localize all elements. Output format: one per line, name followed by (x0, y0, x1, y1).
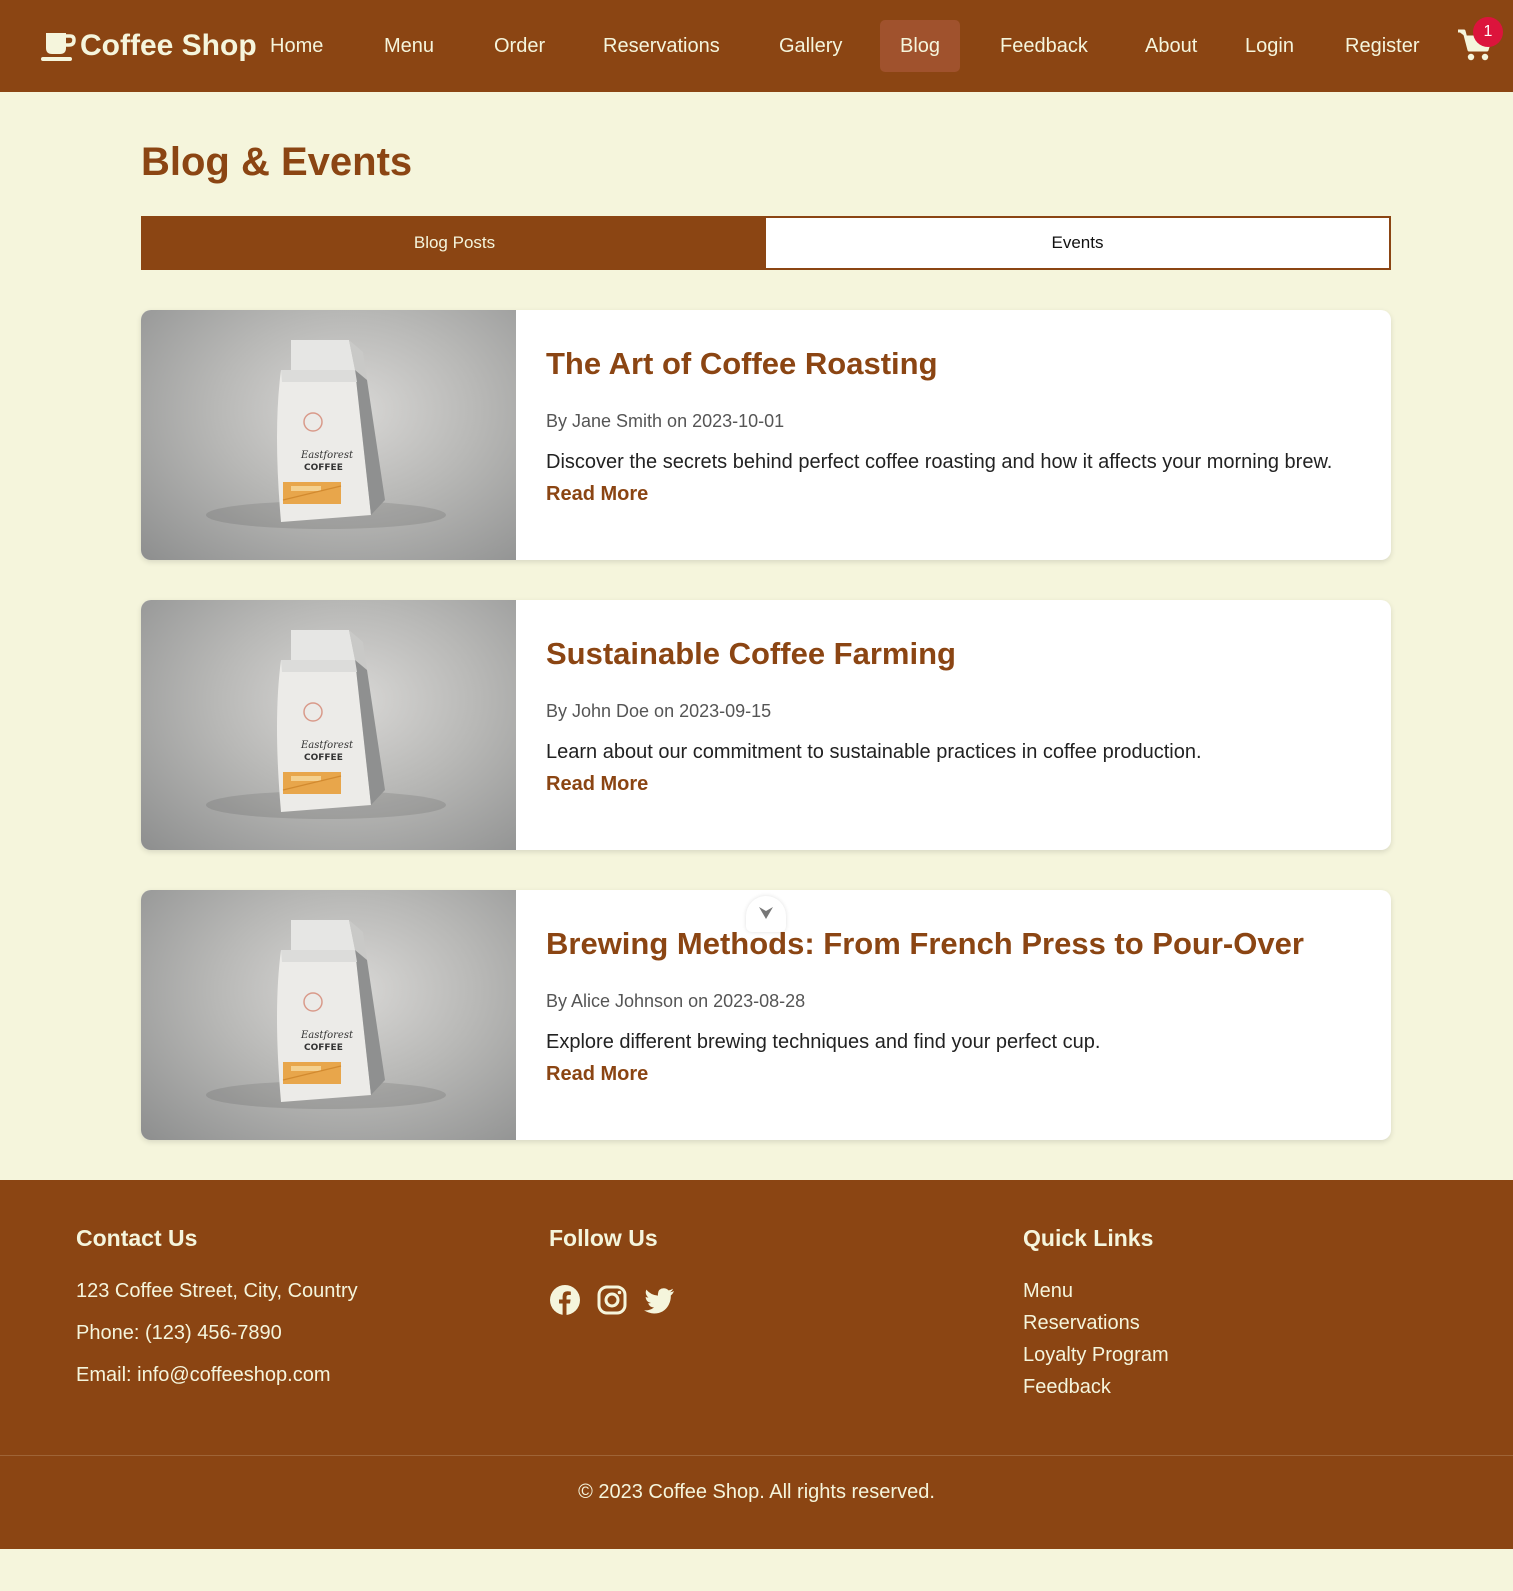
post-excerpt: Explore different brewing techniques and… (546, 1031, 1101, 1053)
nav-order[interactable]: Order (474, 20, 565, 72)
contact-phone: Phone: (123) 456-7890 (76, 1322, 282, 1344)
coffee-cup-icon (41, 33, 76, 61)
post-meta: By John Doe on 2023-09-15 (546, 701, 772, 721)
twitter-link[interactable] (643, 1284, 675, 1316)
svg-text:Eastforest: Eastforest (300, 1030, 354, 1041)
post-title[interactable]: Sustainable Coffee Farming (546, 636, 956, 672)
post-meta: By Jane Smith on 2023-10-01 (546, 411, 785, 431)
post-image: Eastforest COFFEE (141, 310, 516, 560)
svg-text:COFFEE: COFFEE (304, 1043, 343, 1053)
contact-heading: Contact Us (76, 1225, 198, 1251)
coffee-bag-image: Eastforest COFFEE (206, 340, 446, 529)
coffee-bag-image: Eastforest COFFEE (206, 630, 446, 819)
contact-email: Email: info@coffeeshop.com (76, 1364, 331, 1386)
nav-about[interactable]: About (1125, 20, 1217, 72)
post-meta: By Alice Johnson on 2023-08-28 (546, 991, 806, 1011)
read-more-link[interactable]: Read More (546, 1063, 648, 1086)
brand-name: Coffee Shop (80, 29, 257, 62)
post-image: Eastforest COFFEE (141, 600, 516, 850)
chevron-down-icon (759, 907, 773, 919)
nav-menu[interactable]: Menu (364, 20, 454, 72)
nav-reservations[interactable]: Reservations (583, 20, 740, 72)
post-title[interactable]: Brewing Methods: From French Press to Po… (546, 926, 1304, 962)
tab-blog-posts[interactable]: Blog Posts (143, 218, 766, 268)
facebook-link[interactable] (549, 1284, 581, 1316)
nav-blog[interactable]: Blog (880, 20, 961, 72)
nav-register[interactable]: Register (1325, 20, 1439, 72)
nav-login[interactable]: Login (1225, 20, 1314, 72)
footer-link-feedback[interactable]: Feedback (1023, 1376, 1111, 1399)
blog-card: Eastforest COFFEE Sustainable Coffee Far… (141, 600, 1391, 850)
copyright-text: © 2023 Coffee Shop. All rights reserved. (578, 1481, 935, 1503)
footer-divider (0, 1455, 1513, 1456)
tab-events[interactable]: Events (766, 218, 1389, 268)
post-image: Eastforest COFFEE (141, 890, 516, 1140)
cart-count-badge: 1 (1473, 17, 1503, 47)
coffee-bag-image: Eastforest COFFEE (206, 920, 446, 1109)
svg-text:Eastforest: Eastforest (300, 740, 354, 751)
footer-link-menu[interactable]: Menu (1023, 1280, 1073, 1303)
blog-card: Eastforest COFFEE The Art of Coffee Roas… (141, 310, 1391, 560)
contact-address: 123 Coffee Street, City, Country (76, 1280, 358, 1302)
nav-gallery[interactable]: Gallery (759, 20, 862, 72)
scroll-down-button[interactable] (746, 896, 786, 932)
read-more-link[interactable]: Read More (546, 773, 648, 796)
instagram-icon (597, 1285, 627, 1315)
facebook-icon (550, 1285, 580, 1315)
post-title[interactable]: The Art of Coffee Roasting (546, 346, 938, 382)
post-excerpt: Learn about our commitment to sustainabl… (546, 741, 1202, 763)
nav-home[interactable]: Home (250, 20, 343, 72)
post-excerpt: Discover the secrets behind perfect coff… (546, 451, 1333, 473)
brand-logo[interactable]: Coffee Shop (40, 26, 257, 66)
follow-heading: Follow Us (549, 1225, 658, 1251)
top-navbar: Coffee Shop Home Menu Order Reservations… (0, 0, 1513, 92)
page-title: Blog & Events (141, 140, 413, 184)
footer-link-reservations[interactable]: Reservations (1023, 1312, 1140, 1335)
svg-text:COFFEE: COFFEE (304, 753, 343, 763)
footer-link-loyalty[interactable]: Loyalty Program (1023, 1344, 1169, 1367)
quick-links-heading: Quick Links (1023, 1225, 1154, 1251)
svg-text:Eastforest: Eastforest (300, 450, 354, 461)
nav-feedback[interactable]: Feedback (980, 20, 1108, 72)
twitter-icon (644, 1288, 674, 1314)
site-footer: Contact Us 123 Coffee Street, City, Coun… (0, 1180, 1513, 1549)
read-more-link[interactable]: Read More (546, 483, 648, 506)
svg-text:COFFEE: COFFEE (304, 463, 343, 473)
content-tabs: Blog Posts Events (141, 216, 1391, 270)
instagram-link[interactable] (596, 1284, 628, 1316)
